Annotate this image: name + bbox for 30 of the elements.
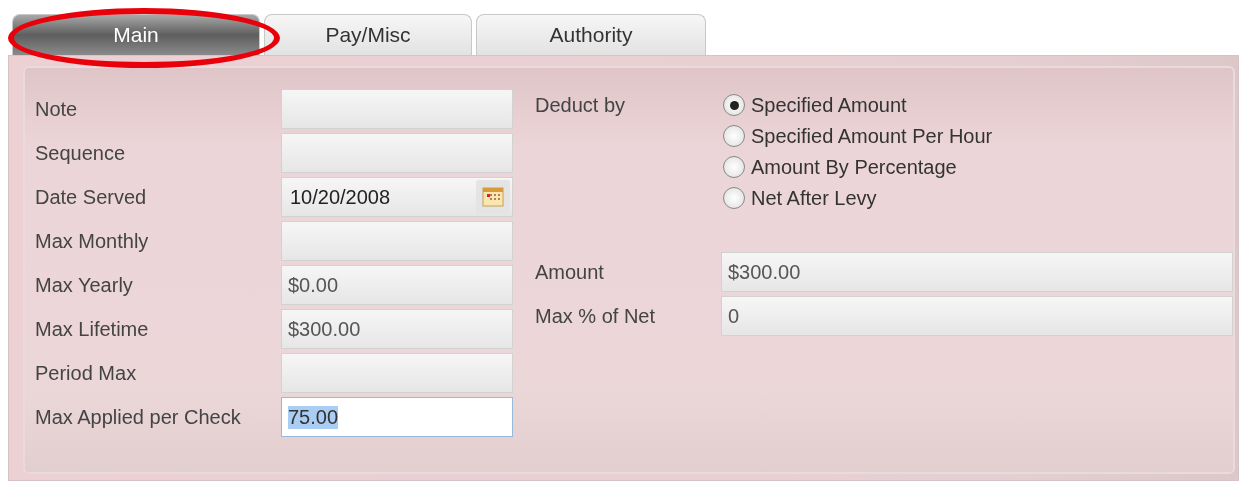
tab[interactable]: Authority [476,14,706,55]
field-label: Sequence [35,141,127,165]
field-label: Amount [535,260,605,284]
field-label: Date Served [35,185,148,209]
text-field[interactable] [281,89,513,129]
field-label: Max Applied per Check [35,405,242,429]
text-field[interactable]: $300.00 [721,252,1233,292]
radio-option[interactable]: Specified Amount Per Hour [723,123,993,149]
radio-option[interactable]: Amount By Percentage [723,154,993,180]
field-label: Period Max [35,361,138,385]
date-field[interactable]: 10/20/2008 [281,177,513,217]
text-field[interactable]: 75.00 [281,397,513,437]
radio-option[interactable]: Net After Levy [723,185,993,211]
field-label: Max Lifetime [35,317,150,341]
text-field[interactable] [281,221,513,261]
calendar-icon[interactable] [476,180,510,214]
text-field[interactable] [281,353,513,393]
tab[interactable]: Main [12,14,260,55]
field-label: Max Yearly [35,273,134,297]
tab[interactable]: Pay/Misc [264,14,472,55]
field-label: Deduct by [535,93,627,117]
field-label: Max % of Net [535,304,657,328]
text-field[interactable]: $0.00 [281,265,513,305]
radio-option[interactable]: Specified Amount [723,92,993,118]
text-field[interactable]: 0 [721,296,1233,336]
text-field[interactable] [281,133,513,173]
field-label: Note [35,97,79,121]
field-value: 10/20/2008 [290,185,391,209]
field-label: Max Monthly [35,229,150,253]
text-field[interactable]: $300.00 [281,309,513,349]
